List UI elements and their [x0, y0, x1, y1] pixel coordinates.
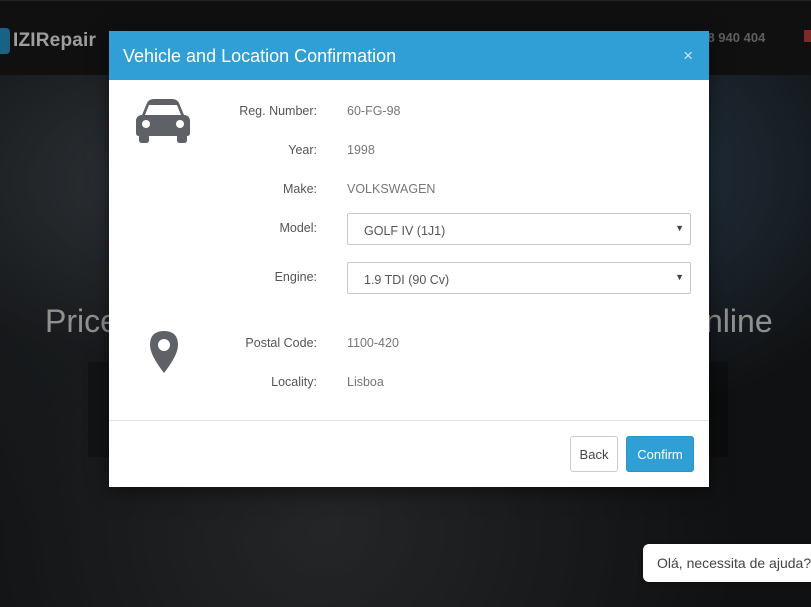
chat-widget-button[interactable]: Olá, necessita de ajuda? [643, 544, 811, 582]
postal-code-label: Postal Code: [245, 336, 317, 350]
make-row: Make: VOLKSWAGEN [109, 182, 709, 202]
back-button[interactable]: Back [570, 436, 618, 472]
modal-footer: Back Confirm [109, 420, 709, 488]
model-select[interactable]: GOLF IV (1J1) ▼ [347, 213, 691, 245]
year-value: 1998 [347, 143, 375, 157]
confirm-button[interactable]: Confirm [626, 436, 694, 472]
model-select-value: GOLF IV (1J1) [364, 224, 446, 238]
engine-label: Engine: [274, 270, 317, 284]
make-value: VOLKSWAGEN [347, 182, 436, 196]
locality-row: Locality: Lisboa [109, 375, 709, 395]
engine-select-value: 1.9 TDI (90 Cv) [364, 273, 450, 287]
model-label: Model: [279, 221, 317, 235]
engine-select[interactable]: 1.9 TDI (90 Cv) ▼ [347, 262, 691, 294]
locality-value: Lisboa [347, 375, 384, 389]
reg-number-row: Reg. Number: 60-FG-98 [109, 104, 709, 124]
make-label: Make: [282, 182, 317, 196]
year-label: Year: [288, 143, 317, 157]
locality-label: Locality: [271, 375, 317, 389]
confirmation-modal: Vehicle and Location Confirmation × Reg.… [109, 31, 709, 487]
chevron-down-icon: ▼ [675, 223, 684, 233]
year-row: Year: 1998 [109, 143, 709, 163]
postal-code-value: 1100-420 [347, 336, 399, 350]
reg-number-value: 60-FG-98 [347, 104, 401, 118]
modal-title: Vehicle and Location Confirmation [123, 46, 397, 66]
reg-number-label: Reg. Number: [239, 104, 317, 118]
modal-header: Vehicle and Location Confirmation × [109, 31, 709, 80]
chevron-down-icon: ▼ [675, 272, 684, 282]
close-icon[interactable]: × [683, 46, 693, 66]
postal-code-row: Postal Code: 1100-420 [109, 336, 709, 356]
